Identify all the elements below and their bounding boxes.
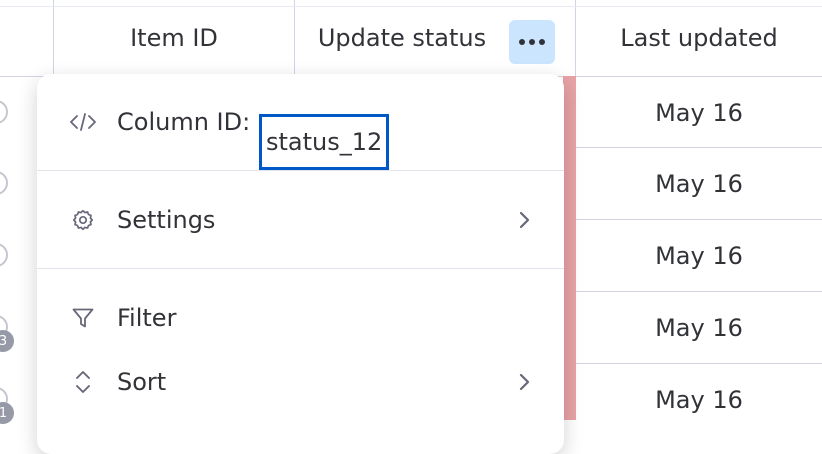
menu-item-settings[interactable]: Settings [37,190,564,250]
person-avatar-icon[interactable] [0,100,8,124]
more-icon [539,39,545,45]
person-avatar-icon[interactable] [0,243,8,267]
header-top-border [0,6,822,7]
column-divider [53,0,54,76]
sort-icon [69,368,97,396]
menu-divider [37,170,564,171]
chevron-right-icon [515,206,535,234]
column-header-update-status[interactable]: Update status [295,0,509,76]
column-options-button[interactable] [509,20,555,64]
menu-item-label: Filter [117,304,177,332]
count-badge: 1 [0,402,14,424]
column-id-row: Column ID: status_12 [37,94,564,170]
table-header: Item ID Update status Last updated [0,0,822,77]
column-header-label: Item ID [130,24,218,52]
person-avatar-icon[interactable] [0,171,8,195]
menu-item-label: Sort [117,368,167,396]
column-options-menu: Column ID: status_12 Settings Filter Sor… [37,74,564,454]
last-updated-cell: May 16 [655,169,743,198]
last-updated-cell: May 16 [655,313,743,342]
column-header-last-updated[interactable]: Last updated [576,0,822,76]
menu-item-filter[interactable]: Filter [37,290,564,346]
chevron-right-icon [515,368,535,396]
status-cell-strip[interactable] [563,76,576,420]
column-header-label: Last updated [620,24,778,52]
count-badge: 3 [0,330,14,352]
column-divider [294,0,295,76]
column-header-label: Update status [317,24,487,52]
last-updated-cell: May 16 [655,99,743,127]
more-icon [529,39,535,45]
column-id-label: Column ID: [117,108,251,136]
gear-icon [69,206,97,234]
code-icon [69,108,97,136]
column-header-item-id[interactable]: Item ID [54,0,294,76]
menu-item-sort[interactable]: Sort [37,354,564,410]
filter-icon [69,304,97,332]
last-updated-cell: May 16 [655,241,743,270]
menu-item-label: Settings [117,206,216,234]
column-id-value[interactable]: status_12 [259,114,390,170]
menu-divider [37,268,564,269]
last-updated-cell: May 16 [655,385,743,414]
more-icon [519,39,525,45]
